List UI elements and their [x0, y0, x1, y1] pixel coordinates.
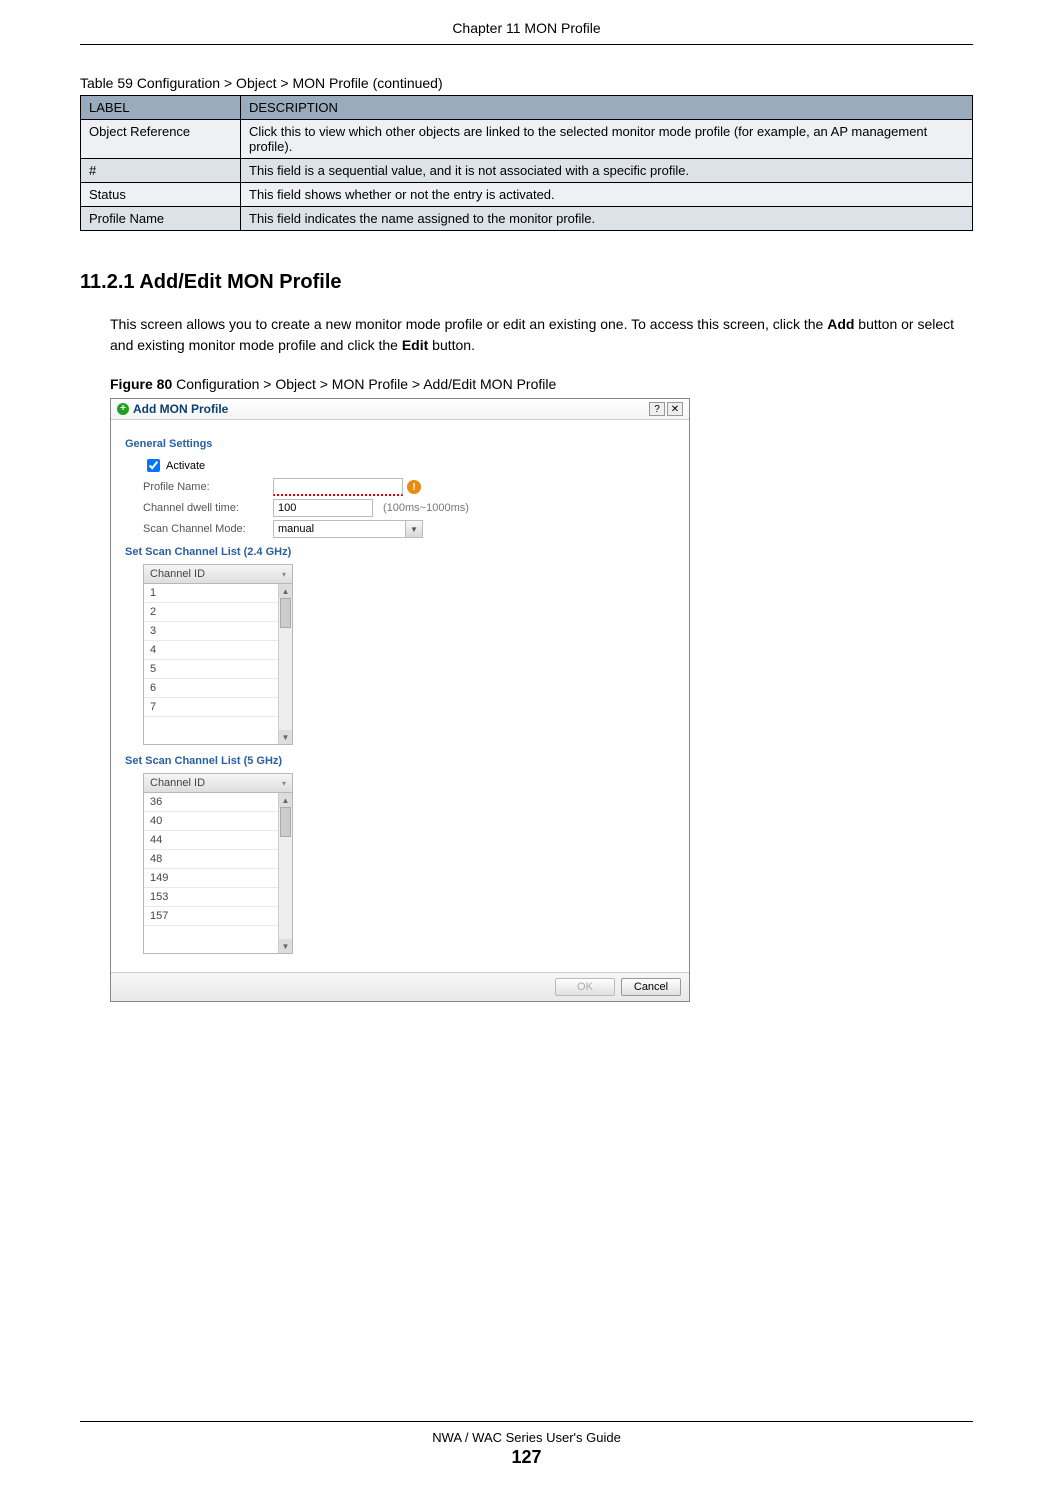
- list-item[interactable]: 40: [144, 812, 292, 831]
- table-row: # This field is a sequential value, and …: [81, 159, 973, 183]
- section-heading: 11.2.1 Add/Edit MON Profile: [80, 271, 973, 294]
- table-row: Status This field shows whether or not t…: [81, 183, 973, 207]
- dialog-body: General Settings Activate Profile Name: …: [111, 420, 689, 972]
- add-mon-profile-dialog: + Add MON Profile ? ✕ General Settings A…: [110, 398, 690, 1002]
- sort-icon[interactable]: ▾: [282, 779, 286, 788]
- list-item[interactable]: 3: [144, 622, 292, 641]
- list-item[interactable]: 7: [144, 698, 292, 717]
- scroll-up-icon[interactable]: ▲: [279, 584, 292, 598]
- scroll-up-icon[interactable]: ▲: [279, 793, 292, 807]
- figure-caption: Figure 80 Configuration > Object > MON P…: [110, 376, 973, 392]
- table-cell-desc: This field shows whether or not the entr…: [241, 183, 973, 207]
- list-24-label: Set Scan Channel List (2.4 GHz): [125, 546, 675, 558]
- list-item[interactable]: 48: [144, 850, 292, 869]
- warning-icon: !: [407, 480, 421, 494]
- dwell-hint: (100ms~1000ms): [383, 502, 469, 514]
- general-settings-label: General Settings: [125, 438, 675, 450]
- grid-head-text: Channel ID: [150, 777, 205, 789]
- dialog-titlebar: + Add MON Profile ? ✕: [111, 399, 689, 420]
- bold-edit: Edit: [402, 337, 428, 353]
- table-cell-label: Profile Name: [81, 207, 241, 231]
- list-item[interactable]: 6: [144, 679, 292, 698]
- scrollbar[interactable]: ▲ ▼: [278, 793, 292, 953]
- sort-icon[interactable]: ▾: [282, 570, 286, 579]
- scroll-thumb[interactable]: [280, 807, 291, 837]
- config-table: LABEL DESCRIPTION Object Reference Click…: [80, 95, 973, 231]
- grid-header[interactable]: Channel ID ▾: [144, 774, 292, 793]
- grid-header[interactable]: Channel ID ▾: [144, 565, 292, 584]
- channel-grid-24: Channel ID ▾ 1 2 3 4 5 6 7 ▲: [143, 564, 293, 745]
- footer-guide: NWA / WAC Series User's Guide: [80, 1430, 973, 1445]
- header-rule: [80, 44, 973, 45]
- figure-number: Figure 80: [110, 376, 172, 392]
- section-body: This screen allows you to create a new m…: [110, 314, 973, 356]
- list-item[interactable]: 44: [144, 831, 292, 850]
- plus-icon: +: [117, 403, 129, 415]
- grid-head-text: Channel ID: [150, 568, 205, 580]
- table-cell-desc: This field is a sequential value, and it…: [241, 159, 973, 183]
- list-item[interactable]: 2: [144, 603, 292, 622]
- profile-name-label: Profile Name:: [143, 481, 273, 493]
- footer-rule: [80, 1421, 973, 1422]
- table-cell-desc: This field indicates the name assigned t…: [241, 207, 973, 231]
- list-5-label: Set Scan Channel List (5 GHz): [125, 755, 675, 767]
- table-head-desc: DESCRIPTION: [241, 96, 973, 120]
- help-icon[interactable]: ?: [649, 402, 665, 416]
- table-cell-label: Object Reference: [81, 120, 241, 159]
- table-cell-label: Status: [81, 183, 241, 207]
- bold-add: Add: [827, 316, 854, 332]
- table-caption: Table 59 Configuration > Object > MON Pr…: [80, 75, 973, 91]
- dialog-title: Add MON Profile: [133, 402, 228, 416]
- list-item[interactable]: 153: [144, 888, 292, 907]
- page-number: 127: [80, 1447, 973, 1468]
- scan-mode-label: Scan Channel Mode:: [143, 523, 273, 535]
- table-row: Object Reference Click this to view whic…: [81, 120, 973, 159]
- table-cell-desc: Click this to view which other objects a…: [241, 120, 973, 159]
- list-item[interactable]: 36: [144, 793, 292, 812]
- table-cell-label: #: [81, 159, 241, 183]
- dwell-input[interactable]: [273, 499, 373, 517]
- activate-checkbox[interactable]: [147, 459, 160, 472]
- ok-button[interactable]: OK: [555, 978, 615, 996]
- dwell-label: Channel dwell time:: [143, 502, 273, 514]
- table-head-label: LABEL: [81, 96, 241, 120]
- scroll-thumb[interactable]: [280, 598, 291, 628]
- dialog-footer: OK Cancel: [111, 972, 689, 1001]
- list-item[interactable]: 149: [144, 869, 292, 888]
- page-footer: NWA / WAC Series User's Guide 127: [80, 1421, 973, 1468]
- close-icon[interactable]: ✕: [667, 402, 683, 416]
- chevron-down-icon[interactable]: ▼: [405, 520, 423, 538]
- profile-name-input[interactable]: [273, 478, 403, 496]
- figure-title: Configuration > Object > MON Profile > A…: [172, 376, 556, 392]
- table-row: Profile Name This field indicates the na…: [81, 207, 973, 231]
- list-item[interactable]: 157: [144, 907, 292, 926]
- list-item[interactable]: 1: [144, 584, 292, 603]
- activate-label: Activate: [166, 460, 205, 472]
- scroll-down-icon[interactable]: ▼: [279, 939, 292, 953]
- scrollbar[interactable]: ▲ ▼: [278, 584, 292, 744]
- channel-grid-5: Channel ID ▾ 36 40 44 48 149 153 157 ▲: [143, 773, 293, 954]
- cancel-button[interactable]: Cancel: [621, 978, 681, 996]
- scan-mode-select[interactable]: [273, 520, 423, 538]
- list-item[interactable]: 4: [144, 641, 292, 660]
- chapter-header: Chapter 11 MON Profile: [80, 20, 973, 36]
- scroll-down-icon[interactable]: ▼: [279, 730, 292, 744]
- list-item[interactable]: 5: [144, 660, 292, 679]
